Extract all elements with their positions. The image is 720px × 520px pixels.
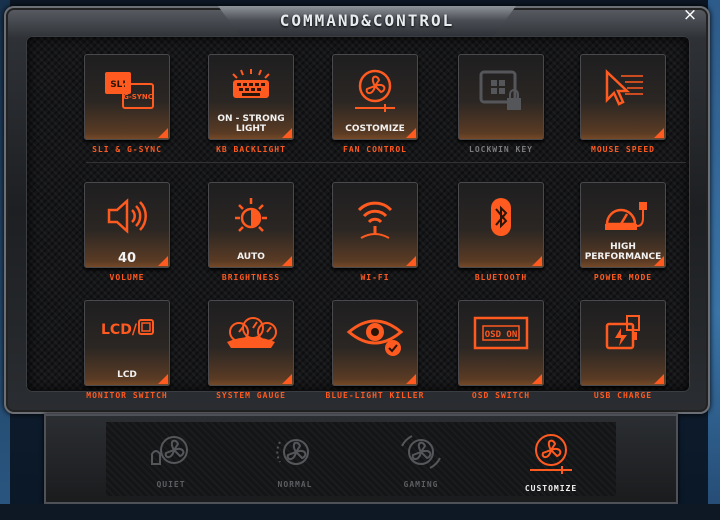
bluetooth-icon <box>458 196 544 240</box>
tile-osd-switch[interactable]: OSD ON OSD SWITCH <box>446 300 556 400</box>
svg-text:LCD/: LCD/ <box>101 322 138 338</box>
tile-bluetooth[interactable]: BLUETOOTH <box>446 182 556 282</box>
tile-lockwin-key[interactable]: LOCKWIN KEY <box>446 54 556 154</box>
tile-mouse-speed[interactable]: MOUSE SPEED <box>568 54 678 154</box>
fan-customize-icon <box>530 434 572 474</box>
tile-label: SLI & G-SYNC <box>92 145 162 154</box>
tile-label: USB CHARGE <box>593 391 653 400</box>
eye-check-icon <box>332 314 418 358</box>
fan-icon <box>332 68 418 112</box>
tile-label: FAN CONTROL <box>343 145 407 154</box>
fan-quiet-icon <box>151 436 188 465</box>
tile-label: KB BACKLIGHT <box>216 145 286 154</box>
tile-button[interactable]: LCD/ LCD <box>84 300 170 386</box>
tile-button[interactable] <box>332 300 418 386</box>
corner-indicator <box>406 128 416 138</box>
tile-label: POWER MODE <box>593 273 653 282</box>
tile-button[interactable] <box>580 54 666 140</box>
tile-button[interactable] <box>458 54 544 140</box>
tile-button[interactable] <box>458 182 544 268</box>
tile-monitor-switch[interactable]: LCD/ LCD MONITOR SWITCH <box>72 300 182 400</box>
fan-mode-normal[interactable]: NORMAL <box>250 432 340 489</box>
corner-indicator <box>158 256 168 266</box>
power-plug-gauge-icon <box>580 196 666 240</box>
wifi-icon <box>332 196 418 240</box>
lock-windows-key-icon <box>458 68 544 112</box>
tile-blue-light-killer[interactable]: BLUE-LIGHT KILLER <box>320 300 430 400</box>
tile-usb-charge[interactable]: USB CHARGE <box>568 300 678 400</box>
window-title: COMMAND&CONTROL <box>279 10 455 30</box>
corner-indicator <box>282 256 292 266</box>
gauges-icon <box>208 314 294 358</box>
corner-indicator <box>654 128 664 138</box>
tile-system-gauge[interactable]: SYSTEM GAUGE <box>196 300 306 400</box>
fan-mode-panel: QUIET NORMAL GAMING CUSTOMIZE <box>106 422 616 496</box>
tile-button[interactable] <box>332 182 418 268</box>
title-plate: COMMAND&CONTROL <box>218 6 516 38</box>
fan-mode-label: NORMAL <box>277 480 313 489</box>
tile-button[interactable]: ON - STRONG LIGHT <box>208 54 294 140</box>
tile-button[interactable]: OSD ON <box>458 300 544 386</box>
command-control-window: COMMAND&CONTROL × SLI G-SYNC SLI & G-SYNC… <box>4 4 710 414</box>
corner-indicator <box>532 256 542 266</box>
close-button[interactable]: × <box>678 4 702 26</box>
tile-button[interactable] <box>580 300 666 386</box>
tile-button[interactable]: 40 <box>84 182 170 268</box>
corner-indicator <box>282 374 292 384</box>
tile-button[interactable]: COSTOMIZE <box>332 54 418 140</box>
corner-indicator <box>406 256 416 266</box>
fan-normal-icon <box>276 439 309 465</box>
tile-button[interactable]: AUTO <box>208 182 294 268</box>
tile-button[interactable] <box>208 300 294 386</box>
corner-indicator <box>158 374 168 384</box>
tile-sli-g-sync[interactable]: SLI G-SYNC SLI & G-SYNC <box>72 54 182 154</box>
fan-mode-label: QUIET <box>156 480 186 489</box>
usb-battery-icon <box>580 314 666 358</box>
corner-indicator <box>158 128 168 138</box>
lcd-monitor-icon: LCD/ <box>84 314 170 358</box>
tile-label: MOUSE SPEED <box>591 145 655 154</box>
osd-screen-icon: OSD ON <box>458 314 544 358</box>
tile-wi-fi[interactable]: WI-FI <box>320 182 430 282</box>
taskbar <box>0 504 720 520</box>
tile-kb-backlight[interactable]: ON - STRONG LIGHT KB BACKLIGHT <box>196 54 306 154</box>
fan-gaming-icon <box>401 435 441 469</box>
svg-text:G-SYNC: G-SYNC <box>123 93 153 101</box>
tile-label: LOCKWIN KEY <box>469 145 533 154</box>
fan-mode-customize[interactable]: CUSTOMIZE <box>506 432 596 493</box>
fan-mode-label: GAMING <box>403 480 439 489</box>
tile-button[interactable]: SLI G-SYNC <box>84 54 170 140</box>
tile-panel: SLI G-SYNC SLI & G-SYNC ON - STRONG LIGHT… <box>26 36 690 400</box>
tile-label: VOLUME <box>109 273 145 282</box>
tile-fan-control[interactable]: COSTOMIZE FAN CONTROL <box>320 54 430 154</box>
corner-indicator <box>282 128 292 138</box>
tile-brightness[interactable]: AUTO BRIGHTNESS <box>196 182 306 282</box>
tile-label: WI-FI <box>360 273 390 282</box>
corner-indicator <box>406 374 416 384</box>
tile-button[interactable]: HIGH PERFORMANCE <box>580 182 666 268</box>
tile-power-mode[interactable]: HIGH PERFORMANCE POWER MODE <box>568 182 678 282</box>
corner-indicator <box>654 256 664 266</box>
tile-label: BLUETOOTH <box>474 273 528 282</box>
tile-label: SYSTEM GAUGE <box>216 391 286 400</box>
fan-mode-bar: QUIET NORMAL GAMING CUSTOMIZE <box>44 414 678 504</box>
mouse-pointer-icon <box>580 68 666 112</box>
fan-mode-label: CUSTOMIZE <box>524 484 578 493</box>
fan-mode-gaming[interactable]: GAMING <box>376 432 466 489</box>
sli-gsync-icon: SLI G-SYNC <box>84 68 170 112</box>
row-divider <box>86 162 686 163</box>
tile-label: BLUE-LIGHT KILLER <box>325 391 425 400</box>
corner-indicator <box>654 374 664 384</box>
svg-text:OSD ON: OSD ON <box>485 330 518 340</box>
keyboard-backlight-icon <box>208 68 294 112</box>
tile-label: BRIGHTNESS <box>221 273 281 282</box>
sun-icon <box>208 196 294 240</box>
fan-mode-quiet[interactable]: QUIET <box>126 432 216 489</box>
tile-label: OSD SWITCH <box>471 391 531 400</box>
corner-indicator <box>532 374 542 384</box>
tile-label: MONITOR SWITCH <box>86 391 168 400</box>
tile-volume[interactable]: 40 VOLUME <box>72 182 182 282</box>
speaker-icon <box>84 196 170 240</box>
